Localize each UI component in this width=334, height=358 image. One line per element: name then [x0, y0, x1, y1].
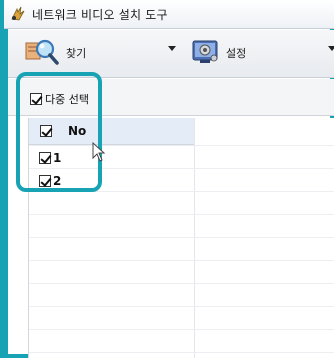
mouse-cursor-icon: [92, 141, 106, 165]
select-all-checkbox[interactable]: [40, 125, 52, 137]
title-bar[interactable]: 네트워크 비디오 설치 도구: [4, 0, 334, 29]
row-number: 1: [53, 150, 62, 165]
find-button[interactable]: 찾기: [24, 39, 87, 68]
magnifier-search-icon: [24, 39, 60, 68]
row-checkbox[interactable]: [39, 174, 51, 187]
grid-row-line: [29, 237, 334, 238]
settings-button[interactable]: 설정: [192, 40, 246, 66]
toolbar: 찾기 설정: [8, 30, 334, 78]
multi-select-label: 다중 선택: [45, 93, 89, 106]
window-title: 네트워크 비디오 설치 도구: [32, 7, 168, 22]
grid-row-line: [29, 260, 334, 261]
grid-row-line: [29, 191, 334, 192]
options-bar: 다중 선택: [8, 79, 334, 116]
grid-row-line: [29, 306, 334, 307]
grid-header-no[interactable]: No: [29, 118, 194, 145]
row-checkbox[interactable]: [39, 151, 51, 164]
device-grid: No 1 2: [28, 118, 334, 358]
grid-column-divider: [194, 118, 195, 358]
find-label: 찾기: [66, 47, 87, 60]
grid-row-line: [29, 145, 334, 146]
grid-row-line: [29, 283, 334, 284]
app-logo-icon: [10, 6, 26, 22]
grid-row-line: [29, 168, 334, 169]
multi-select-checkbox-group[interactable]: 다중 선택: [30, 91, 89, 107]
table-row[interactable]: 2: [29, 169, 61, 192]
settings-dropdown-arrow-icon[interactable]: [328, 46, 334, 51]
app-window: 네트워크 비디오 설치 도구 찾기 설정 다중 선택 No 1 2: [0, 0, 334, 358]
grid-row-line: [29, 214, 334, 215]
multi-select-checkbox[interactable]: [30, 93, 42, 105]
grid-row-line: [29, 352, 334, 353]
table-row[interactable]: 1: [29, 146, 61, 169]
settings-gear-icon: [192, 39, 220, 68]
grid-row-line: [29, 329, 334, 330]
column-header-no: No: [68, 124, 87, 138]
row-number: 2: [53, 173, 62, 188]
settings-label: 설정: [226, 47, 247, 60]
find-dropdown-arrow-icon[interactable]: [168, 46, 176, 51]
